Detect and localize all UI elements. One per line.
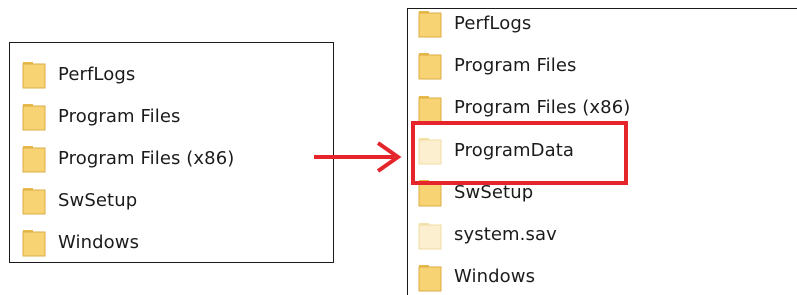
item-label: PerfLogs bbox=[454, 12, 532, 34]
list-item[interactable]: Program Files bbox=[22, 95, 234, 137]
folder-icon bbox=[22, 59, 46, 89]
item-label: Windows bbox=[58, 231, 140, 253]
list-item[interactable]: SwSetup bbox=[22, 179, 234, 221]
item-label: Program Files bbox=[58, 105, 181, 127]
hidden-folder-icon bbox=[418, 220, 442, 250]
item-label: Program Files (x86) bbox=[454, 97, 631, 119]
list-item[interactable]: PerfLogs bbox=[418, 9, 630, 44]
folder-icon bbox=[22, 227, 46, 257]
folder-icon bbox=[22, 185, 46, 215]
folder-icon bbox=[22, 143, 46, 173]
highlight-box bbox=[411, 121, 628, 185]
list-item[interactable]: Program Files (x86) bbox=[22, 137, 234, 179]
folder-icon bbox=[418, 9, 442, 38]
item-label: Program Files (x86) bbox=[58, 147, 235, 169]
folder-list-before: PerfLogs Program Files Program Files (x8… bbox=[9, 42, 334, 263]
folder-icon bbox=[418, 93, 442, 123]
folder-icon bbox=[418, 50, 442, 80]
folder-icon bbox=[418, 262, 442, 292]
folder-icon bbox=[22, 101, 46, 131]
item-label: Windows bbox=[454, 266, 536, 288]
item-label: PerfLogs bbox=[58, 63, 136, 85]
list-item[interactable]: system.sav bbox=[418, 213, 630, 255]
arrow-right-icon bbox=[314, 141, 402, 173]
list-item[interactable]: Program Files bbox=[418, 44, 630, 86]
comparison-illustration: PerfLogs Program Files Program Files (x8… bbox=[0, 0, 797, 295]
item-label: Program Files bbox=[454, 54, 577, 76]
list-item[interactable]: PerfLogs bbox=[22, 53, 234, 95]
item-label: SwSetup bbox=[58, 189, 138, 211]
item-label: system.sav bbox=[454, 224, 557, 246]
list-item[interactable]: Windows bbox=[22, 221, 234, 262]
list-item[interactable]: Windows bbox=[418, 256, 630, 295]
